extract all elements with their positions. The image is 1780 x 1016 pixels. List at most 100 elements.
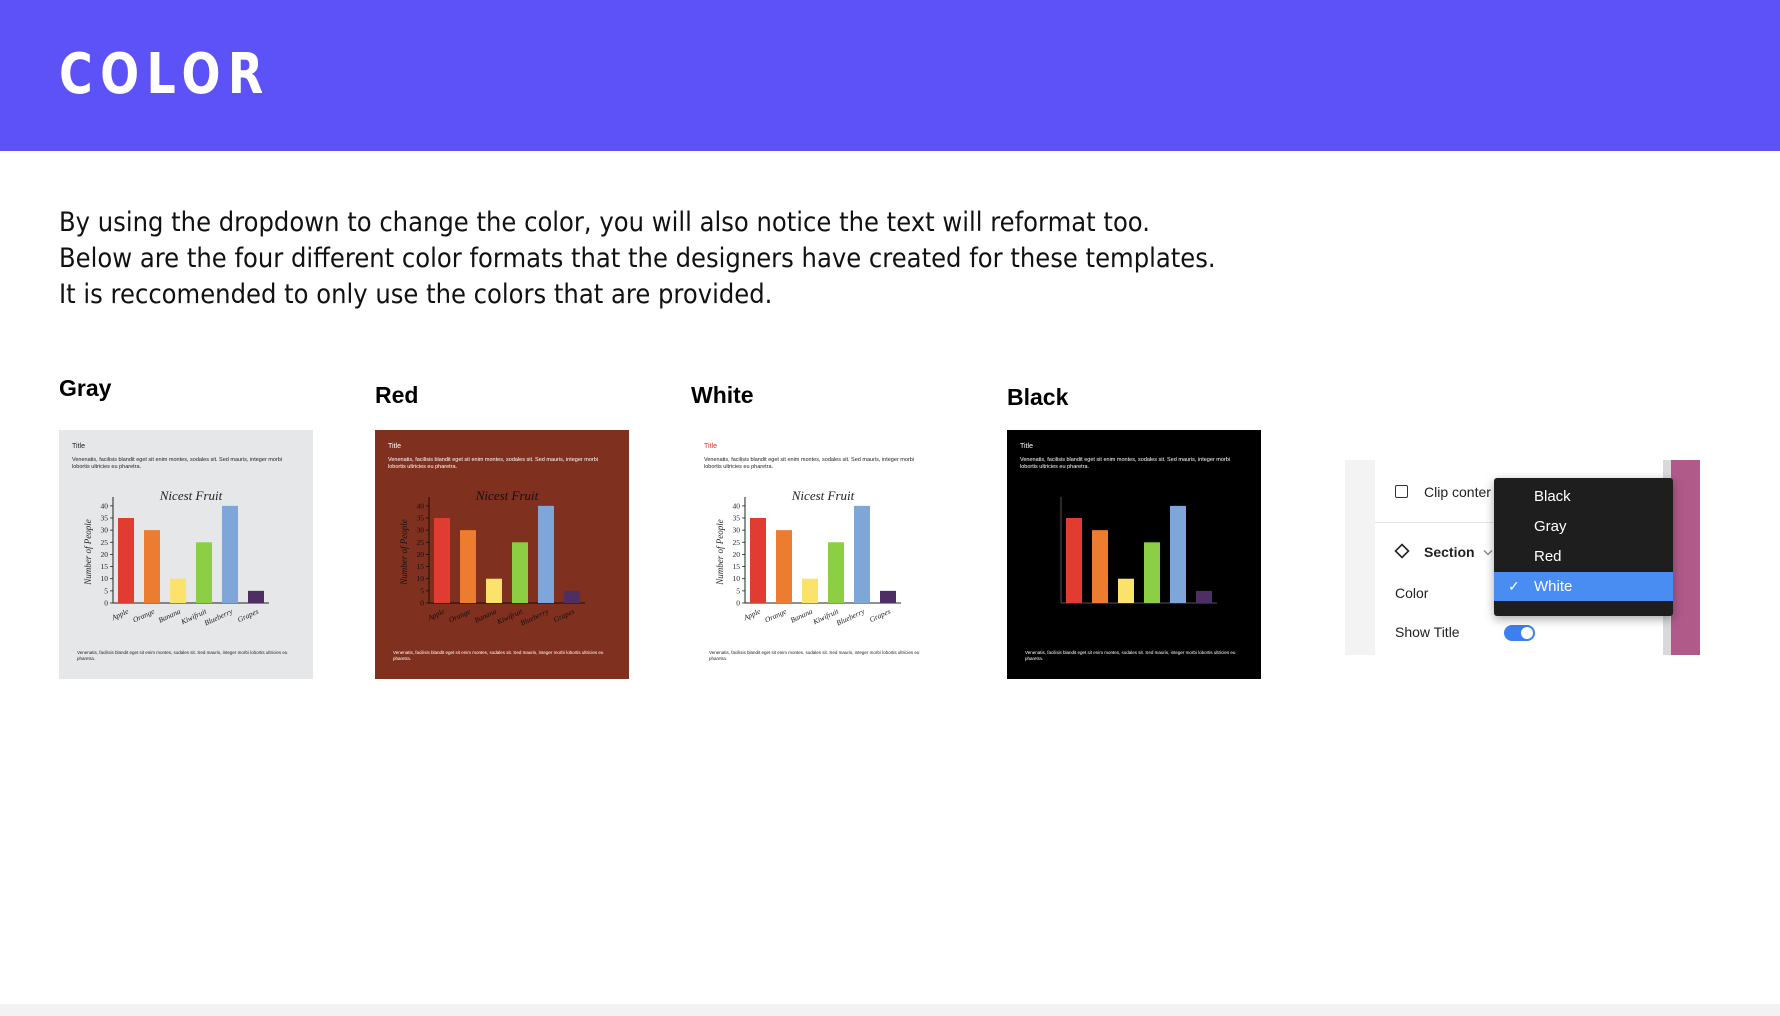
- y-tick-label: 0: [736, 599, 740, 608]
- y-tick-label: 5: [736, 586, 740, 595]
- footer-bar: [0, 1004, 1780, 1016]
- x-tick-label: Grapes: [868, 607, 892, 625]
- template-card-white: Title Venenatis, facilisis blandit eget …: [691, 430, 945, 679]
- template-card-black: Title Venenatis, facilisis blandit eget …: [1007, 430, 1261, 679]
- card-footer: Venenatis, facilisis blandit eget sit en…: [709, 650, 920, 661]
- x-tick-label: Apple: [741, 606, 762, 622]
- x-tick-label: Grapes: [236, 607, 260, 625]
- y-tick-label: 0: [420, 599, 424, 608]
- card-chart: [1060, 497, 1217, 604]
- bar-orange: [460, 530, 476, 603]
- card-chart: Nicest Fruit Number of People 0 5 10 15 20 25 30…: [83, 488, 269, 627]
- intro-text: By using the dropdown to change the colo…: [59, 205, 1229, 313]
- x-tick-label: Banana: [157, 607, 182, 625]
- bar-banana: [802, 578, 818, 603]
- bar-blueberry: [854, 505, 870, 603]
- bar-orange: [776, 530, 792, 603]
- chart-title: Nicest Fruit: [475, 488, 539, 503]
- x-tick-label: Apple: [109, 606, 130, 622]
- dropdown-option-red[interactable]: Red: [1494, 542, 1673, 571]
- chart-title: Nicest Fruit: [159, 488, 223, 503]
- clip-content-checkbox[interactable]: [1395, 485, 1408, 498]
- x-tick-label: Apple: [425, 606, 446, 622]
- bar-banana: [170, 578, 186, 603]
- y-tick-label: 25: [101, 538, 109, 547]
- bar-grapes: [248, 590, 264, 603]
- checkmark-icon: ✓: [1508, 578, 1520, 594]
- chart-title: Nicest Fruit: [791, 488, 855, 503]
- y-tick-label: 25: [417, 538, 425, 547]
- x-tick-label: Orange: [763, 606, 788, 624]
- bar-blueberry: [1170, 505, 1186, 603]
- bar-orange: [144, 530, 160, 603]
- y-axis-label: Number of People: [83, 519, 93, 586]
- variant-label-red: Red: [375, 382, 419, 408]
- bar-grapes: [1196, 590, 1212, 603]
- x-tick-label: Blueberry: [835, 606, 867, 627]
- bar-apple: [750, 518, 766, 603]
- card-footer: Venenatis, facilisis blandit eget sit en…: [393, 650, 604, 661]
- x-tick-label: Blueberry: [519, 606, 551, 627]
- show-title-label: Show Title: [1395, 624, 1460, 640]
- color-dropdown-menu: Black Gray Red ✓ White: [1494, 478, 1673, 616]
- y-tick-label: 10: [417, 574, 425, 583]
- show-title-toggle[interactable]: [1504, 625, 1535, 641]
- variant-label-black: Black: [1007, 384, 1069, 410]
- y-tick-label: 30: [417, 526, 425, 535]
- page-title: COLOR: [59, 42, 271, 107]
- template-card-gray: Title Venenatis, facilisis blandit eget …: [59, 430, 313, 679]
- y-tick-label: 15: [101, 562, 109, 571]
- y-tick-label: 20: [417, 550, 425, 559]
- bar-apple: [1066, 518, 1082, 603]
- color-swatch: [1671, 460, 1700, 655]
- bar-kiwifruit: [828, 542, 844, 603]
- y-axis-label: Number of People: [715, 519, 725, 586]
- x-tick-label: Banana: [473, 607, 498, 625]
- y-tick-label: 5: [420, 586, 424, 595]
- y-tick-label: 5: [104, 586, 108, 595]
- chevron-down-icon[interactable]: [1483, 549, 1493, 557]
- y-axis-label: Number of People: [399, 519, 409, 586]
- bar-blueberry: [222, 505, 238, 603]
- bar-kiwifruit: [512, 542, 528, 603]
- bar-grapes: [564, 590, 580, 603]
- y-tick-label: 40: [101, 501, 109, 510]
- intro-line: It is reccomended to only use the colors…: [59, 279, 773, 310]
- intro-line: Below are the four different color forma…: [59, 243, 1216, 274]
- dropdown-option-black[interactable]: Black: [1494, 482, 1673, 511]
- y-tick-label: 15: [417, 562, 425, 571]
- card-chart: Nicest Fruit Number of People 0 5 10 15 20 25 30…: [399, 488, 585, 627]
- bar-orange: [1092, 530, 1108, 603]
- card-footer: Venenatis, facilisis blandit eget sit en…: [1025, 650, 1236, 661]
- y-tick-label: 0: [104, 599, 108, 608]
- dropdown-option-white[interactable]: ✓ White: [1494, 572, 1673, 601]
- y-tick-label: 35: [733, 514, 741, 523]
- y-tick-label: 15: [733, 562, 741, 571]
- bar-banana: [1118, 578, 1134, 603]
- section-label[interactable]: Section: [1424, 544, 1475, 560]
- variant-label-gray: Gray: [59, 375, 112, 401]
- y-tick-label: 20: [733, 550, 741, 559]
- bar-apple: [434, 518, 450, 603]
- x-tick-label: Grapes: [552, 607, 576, 625]
- y-tick-label: 10: [101, 574, 109, 583]
- bar-blueberry: [538, 505, 554, 603]
- x-tick-label: Orange: [447, 606, 472, 624]
- variant-label-white: White: [691, 382, 754, 408]
- card-footer: Venenatis, facilisis blandit eget sit en…: [77, 650, 288, 661]
- bar-kiwifruit: [196, 542, 212, 603]
- y-tick-label: 40: [417, 501, 425, 510]
- dropdown-option-gray[interactable]: Gray: [1494, 512, 1673, 541]
- bar-apple: [118, 518, 134, 603]
- bar-grapes: [880, 590, 896, 603]
- y-tick-label: 20: [101, 550, 109, 559]
- y-tick-label: 35: [101, 514, 109, 523]
- template-card-red: Title Venenatis, facilisis blandit eget …: [375, 430, 629, 679]
- card-chart: Nicest Fruit Number of People 0 5 10 15 20 25 30…: [715, 488, 901, 627]
- x-tick-label: Blueberry: [203, 606, 235, 627]
- dropdown-option-label: White: [1534, 578, 1573, 595]
- x-tick-label: Orange: [131, 606, 156, 624]
- clip-content-label: Clip conter: [1424, 484, 1491, 500]
- diamond-icon: [1394, 543, 1410, 559]
- toggle-knob: [1521, 627, 1533, 639]
